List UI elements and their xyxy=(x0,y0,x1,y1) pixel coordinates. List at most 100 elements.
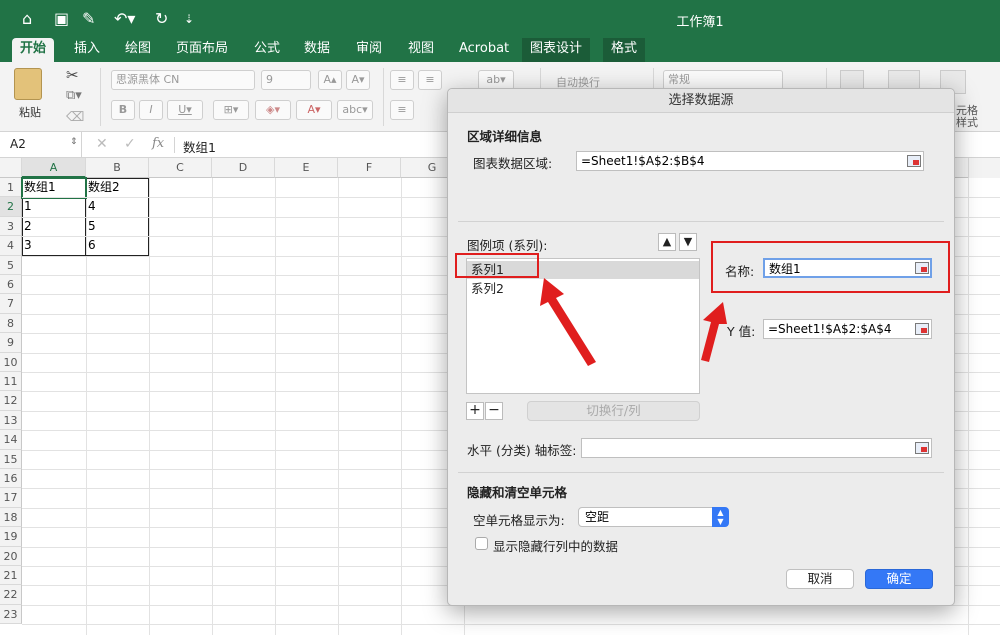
ribbon-tabs: 开始 插入 绘图 页面布局 公式 数据 审阅 视图 Acrobat 图表设计 格… xyxy=(0,38,1000,62)
row-header[interactable]: 19 xyxy=(0,527,22,547)
row-header[interactable]: 22 xyxy=(0,585,22,605)
row-header[interactable]: 4 xyxy=(0,236,22,256)
tab-chart-design[interactable]: 图表设计 xyxy=(522,38,591,62)
cut-icon[interactable]: ✂ xyxy=(66,66,79,84)
col-header-d[interactable]: D xyxy=(212,158,275,178)
ok-button[interactable]: 确定 xyxy=(865,569,933,589)
formula-input[interactable]: 数组1 xyxy=(183,137,216,156)
phonetic-icon[interactable]: abc▾ xyxy=(337,100,373,120)
font-name-select[interactable]: 思源黑体 CN xyxy=(111,70,255,90)
cell-b1[interactable]: 数组2 xyxy=(86,178,149,197)
tab-page-layout[interactable]: 页面布局 xyxy=(168,38,236,62)
section-range-title: 区域详细信息 xyxy=(467,129,543,144)
cell-a2[interactable]: 1 xyxy=(22,197,86,216)
select-arrows-icon[interactable]: ▲ ▼ xyxy=(712,507,729,527)
fx-icon[interactable]: fx xyxy=(152,136,164,151)
row-header[interactable]: 9 xyxy=(0,333,22,353)
row-header[interactable]: 20 xyxy=(0,546,22,566)
fill-color-icon[interactable]: ◈▾ xyxy=(255,100,291,120)
cell-b3[interactable]: 5 xyxy=(86,217,149,236)
select-all-corner[interactable] xyxy=(0,158,22,178)
align-left-icon[interactable]: ≡ xyxy=(390,100,414,120)
axis-picker-icon[interactable] xyxy=(915,442,929,454)
name-box-dropdown-icon[interactable]: ⇕ xyxy=(70,137,78,147)
grow-font-icon[interactable]: A▴ xyxy=(318,70,342,90)
add-series-icon[interactable]: + xyxy=(466,402,484,420)
y-values-input[interactable]: =Sheet1!$A$2:$A$4 xyxy=(763,319,932,339)
tab-home[interactable]: 开始 xyxy=(12,38,55,62)
axis-labels-input[interactable] xyxy=(581,438,932,458)
row-header[interactable]: 16 xyxy=(0,469,22,489)
row-header[interactable]: 11 xyxy=(0,372,22,392)
row-header[interactable]: 3 xyxy=(0,216,22,237)
format-painter-icon[interactable]: ⌫ xyxy=(66,110,84,125)
cell-a4[interactable]: 3 xyxy=(22,236,86,255)
row-header[interactable]: 6 xyxy=(0,275,22,295)
row-header[interactable]: 21 xyxy=(0,566,22,586)
row-header[interactable]: 7 xyxy=(0,294,22,314)
shrink-font-icon[interactable]: A▾ xyxy=(346,70,370,90)
show-hidden-label[interactable]: 显示隐藏行列中的数据 xyxy=(493,536,618,555)
active-cell-selection xyxy=(21,177,87,199)
row-header[interactable]: 18 xyxy=(0,507,22,528)
align-middle-icon[interactable]: ≡ xyxy=(418,70,442,90)
tab-data[interactable]: 数据 xyxy=(296,38,338,62)
font-size-select[interactable]: 9 xyxy=(261,70,311,90)
row-header[interactable]: 8 xyxy=(0,313,22,334)
series-highlight-box xyxy=(455,253,539,278)
switch-row-column-button[interactable]: 切换行/列 xyxy=(527,401,700,421)
row-header[interactable]: 14 xyxy=(0,430,22,450)
row-header[interactable]: 15 xyxy=(0,449,22,469)
underline-icon[interactable]: U▾ xyxy=(167,100,203,120)
chart-range-input[interactable]: =Sheet1!$A$2:$B$4 xyxy=(576,151,924,171)
font-color-icon[interactable]: A▾ xyxy=(296,100,332,120)
move-up-icon[interactable]: ▲ xyxy=(658,233,676,251)
cell-styles-label-2[interactable]: 样式 xyxy=(956,114,978,130)
move-down-icon[interactable]: ▼ xyxy=(679,233,697,251)
tab-draw[interactable]: 绘图 xyxy=(117,38,159,62)
paste-icon[interactable] xyxy=(14,68,42,100)
remove-series-icon[interactable]: − xyxy=(485,402,503,420)
cancel-button[interactable]: 取消 xyxy=(786,569,854,589)
align-top-icon[interactable]: ≡ xyxy=(390,70,414,90)
row-header[interactable]: 23 xyxy=(0,604,22,625)
italic-icon[interactable]: I xyxy=(139,100,163,120)
cancel-icon: ✕ xyxy=(96,136,108,152)
row-header[interactable]: 12 xyxy=(0,391,22,411)
name-highlight-box xyxy=(711,241,950,293)
title-bar: ⌂ ▣ ✎ ↶▾ ↻ ⇣ 工作簿1 xyxy=(0,0,1000,38)
range-picker-icon[interactable] xyxy=(907,155,921,167)
row-header[interactable]: 17 xyxy=(0,488,22,508)
row-header[interactable]: 10 xyxy=(0,352,22,372)
tab-acrobat[interactable]: Acrobat xyxy=(451,38,517,62)
tab-insert[interactable]: 插入 xyxy=(66,38,108,62)
orientation-icon[interactable]: ab▾ xyxy=(478,70,514,90)
tab-format[interactable]: 格式 xyxy=(603,38,646,62)
row-header[interactable]: 13 xyxy=(0,410,22,431)
col-header-a[interactable]: A xyxy=(22,158,86,178)
copy-icon[interactable]: ⧉▾ xyxy=(66,88,82,103)
paste-label[interactable]: 粘贴 xyxy=(19,104,41,120)
col-header-e[interactable]: E xyxy=(275,158,338,178)
row-header[interactable]: 1 xyxy=(0,178,22,198)
cell-b2[interactable]: 4 xyxy=(86,197,149,216)
row-header[interactable]: 5 xyxy=(0,255,22,275)
number-format-select[interactable]: 常规 xyxy=(663,70,783,90)
y-values-picker-icon[interactable] xyxy=(915,323,929,335)
cell-b4[interactable]: 6 xyxy=(86,236,149,255)
enter-icon: ✓ xyxy=(124,136,136,152)
col-header-f[interactable]: F xyxy=(338,158,401,178)
col-header-c[interactable]: C xyxy=(149,158,212,178)
show-hidden-checkbox[interactable] xyxy=(475,537,488,550)
dialog-title: 选择数据源 xyxy=(448,89,954,113)
cell-a3[interactable]: 2 xyxy=(22,217,86,236)
tab-view[interactable]: 视图 xyxy=(400,38,442,62)
empty-cells-select[interactable]: 空距 xyxy=(578,507,728,527)
row-header[interactable]: 2 xyxy=(0,197,22,217)
borders-icon[interactable]: ⊞▾ xyxy=(213,100,249,120)
col-header-b[interactable]: B xyxy=(86,158,149,178)
bold-icon[interactable]: B xyxy=(111,100,135,120)
tab-formulas[interactable]: 公式 xyxy=(246,38,288,62)
red-arrow-series-icon xyxy=(540,278,596,366)
tab-review[interactable]: 审阅 xyxy=(348,38,390,62)
